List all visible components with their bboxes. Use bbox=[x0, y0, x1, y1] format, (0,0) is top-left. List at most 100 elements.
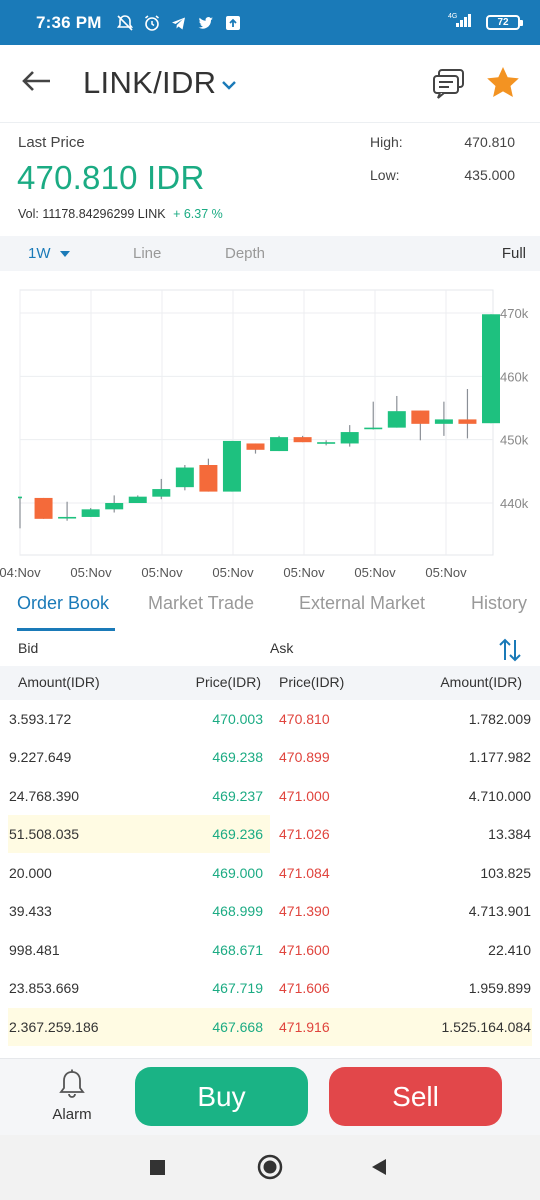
active-tab-indicator bbox=[17, 628, 115, 631]
order-book-header: Bid Ask bbox=[0, 632, 540, 666]
bid-price: 468.999 bbox=[212, 903, 263, 919]
ask-price: 471.390 bbox=[279, 903, 330, 919]
signal-icon: 4G bbox=[446, 11, 476, 34]
last-price-value: 470.810 IDR bbox=[17, 159, 205, 196]
back-nav-icon[interactable] bbox=[372, 1159, 386, 1175]
chevron-down-icon[interactable] bbox=[219, 75, 239, 95]
order-book-row[interactable]: 998.481 468.671 471.600 22.410 bbox=[0, 931, 540, 969]
order-book-row[interactable]: 2.367.259.186 467.668 471.916 1.525.164.… bbox=[0, 1008, 540, 1046]
candle bbox=[458, 389, 477, 439]
period-selector[interactable]: 1W bbox=[28, 245, 71, 262]
fullscreen-button[interactable]: Full bbox=[502, 245, 526, 262]
bell-icon bbox=[59, 1069, 85, 1098]
back-arrow-icon bbox=[22, 71, 50, 91]
app-bar: LINK/IDR bbox=[0, 45, 540, 123]
market-tabs: Order Book Market Trade External Market … bbox=[0, 588, 540, 632]
status-bar: 7:36 PM 4G 72 bbox=[0, 0, 540, 45]
back-button[interactable] bbox=[18, 63, 54, 99]
candle bbox=[34, 497, 53, 519]
ask-price: 470.899 bbox=[279, 749, 330, 765]
y-tick-label: 470k bbox=[500, 306, 529, 321]
line-chart-toggle[interactable]: Line bbox=[133, 245, 161, 262]
order-book-row[interactable]: 24.768.390 469.237 471.000 4.710.000 bbox=[0, 777, 540, 815]
alarm-button[interactable]: Alarm bbox=[42, 1069, 102, 1123]
x-tick-label: 05:Nov bbox=[70, 565, 112, 580]
favorite-star-icon[interactable] bbox=[485, 65, 521, 106]
order-book-row[interactable]: 51.508.035 469.236 471.026 13.384 bbox=[0, 815, 540, 853]
telegram-icon bbox=[170, 14, 188, 32]
ask-price: 471.606 bbox=[279, 980, 330, 996]
order-book-columns: Amount(IDR) Price(IDR) Price(IDR) Amount… bbox=[0, 666, 540, 700]
candle bbox=[105, 495, 124, 513]
candle bbox=[270, 435, 289, 452]
last-price-label: Last Price bbox=[18, 134, 85, 151]
volume-value: Vol: 11178.84296299 LINK bbox=[18, 207, 166, 221]
low-value: 435.000 bbox=[464, 167, 515, 183]
pair-title[interactable]: LINK/IDR bbox=[83, 65, 216, 101]
order-book-row[interactable]: 20.000 469.000 471.084 103.825 bbox=[0, 854, 540, 892]
order-book-row[interactable]: 9.227.649 469.238 470.899 1.177.982 bbox=[0, 738, 540, 776]
ask-amount: 4.710.000 bbox=[468, 788, 531, 804]
candle bbox=[317, 440, 336, 446]
bid-amount: 51.508.035 bbox=[9, 826, 80, 842]
order-book-row[interactable]: 39.433 468.999 471.390 4.713.901 bbox=[0, 892, 540, 930]
ask-price: 471.000 bbox=[279, 788, 330, 804]
bid-price: 469.237 bbox=[212, 788, 263, 804]
bid-price-header: Price(IDR) bbox=[195, 674, 261, 690]
order-book-row[interactable]: 23.853.669 467.719 471.606 1.959.899 bbox=[0, 969, 540, 1007]
twitter-icon bbox=[197, 14, 215, 32]
x-tick-label: 05:Nov bbox=[354, 565, 396, 580]
x-tick-label: 05:Nov bbox=[212, 565, 254, 580]
home-icon[interactable] bbox=[257, 1154, 283, 1180]
ask-amount: 1.525.164.084 bbox=[441, 1019, 531, 1035]
candle bbox=[340, 425, 359, 447]
candle bbox=[152, 478, 171, 500]
ask-price-header: Price(IDR) bbox=[279, 674, 345, 690]
buy-button[interactable]: Buy bbox=[135, 1067, 308, 1126]
candlestick-chart[interactable]: 470k 460k 450k 440k 04:Nov 05:Nov 05:Nov 05:Nov… bbox=[0, 280, 540, 585]
order-book-row[interactable]: 3.593.172 470.003 470.810 1.782.009 bbox=[0, 700, 540, 738]
sell-button[interactable]: Sell bbox=[329, 1067, 502, 1126]
tab-external-market[interactable]: External Market bbox=[299, 593, 425, 614]
dnd-off-icon bbox=[116, 14, 134, 32]
bid-price: 467.719 bbox=[212, 980, 263, 996]
ask-price: 471.600 bbox=[279, 942, 330, 958]
ask-amount: 1.782.009 bbox=[468, 711, 531, 727]
chart-toolbar: 1W Line Depth Full bbox=[0, 236, 540, 271]
bid-amount: 20.000 bbox=[9, 865, 52, 881]
chart-svg: 470k 460k 450k 440k 04:Nov 05:Nov 05:Nov 05:Nov… bbox=[0, 289, 529, 580]
y-tick-label: 450k bbox=[500, 433, 529, 448]
bid-price: 470.003 bbox=[212, 711, 263, 727]
candle bbox=[128, 495, 147, 503]
candle bbox=[58, 501, 77, 521]
tab-history[interactable]: History bbox=[471, 593, 527, 614]
candle bbox=[199, 458, 218, 492]
x-tick-label: 05:Nov bbox=[141, 565, 183, 580]
candle bbox=[482, 314, 500, 424]
ask-price: 471.916 bbox=[279, 1019, 330, 1035]
recents-icon[interactable] bbox=[150, 1160, 165, 1175]
swap-layout-icon[interactable] bbox=[497, 636, 523, 667]
ask-amount: 4.713.901 bbox=[468, 903, 531, 919]
bid-amount: 9.227.649 bbox=[9, 749, 72, 765]
high-value: 470.810 bbox=[464, 134, 515, 150]
ask-amount: 22.410 bbox=[488, 942, 531, 958]
bid-amount: 23.853.669 bbox=[9, 980, 80, 996]
ask-amount: 13.384 bbox=[488, 826, 531, 842]
bid-amount: 24.768.390 bbox=[9, 788, 80, 804]
tab-order-book[interactable]: Order Book bbox=[17, 593, 109, 614]
y-tick-label: 440k bbox=[500, 496, 529, 511]
tab-market-trade[interactable]: Market Trade bbox=[148, 593, 254, 614]
ask-amount: 1.177.982 bbox=[468, 749, 531, 765]
depth-chart-toggle[interactable]: Depth bbox=[225, 245, 265, 262]
ask-price: 470.810 bbox=[279, 711, 330, 727]
bid-label: Bid bbox=[18, 640, 39, 656]
volume-line: Vol: 11178.84296299 LINK + 6.37 % bbox=[18, 207, 223, 221]
upload-icon bbox=[224, 14, 242, 32]
action-bar: Alarm Buy Sell bbox=[0, 1058, 540, 1135]
bid-price: 467.668 bbox=[212, 1019, 263, 1035]
chat-icon[interactable] bbox=[432, 67, 466, 104]
y-tick-label: 460k bbox=[500, 369, 529, 384]
x-tick-label: 05:Nov bbox=[425, 565, 467, 580]
candle bbox=[293, 435, 312, 443]
